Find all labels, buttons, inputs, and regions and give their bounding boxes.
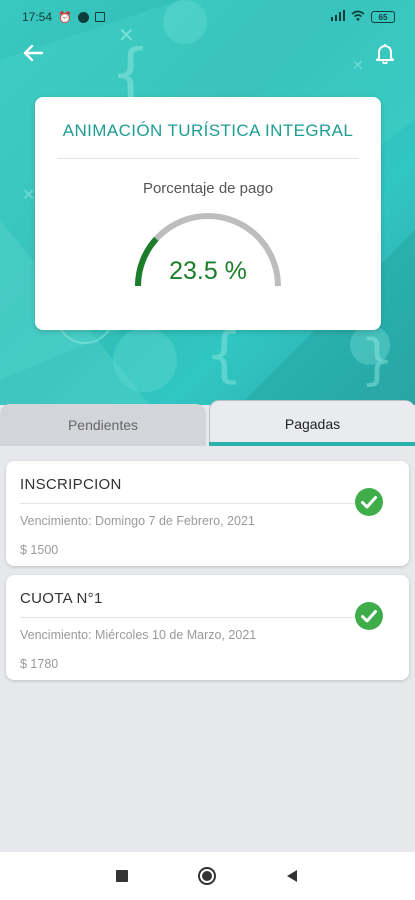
payment-tabs: Pendientes Pagadas bbox=[0, 400, 415, 447]
payment-amount: $ 1500 bbox=[20, 543, 59, 557]
payment-title: INSCRIPCION bbox=[20, 476, 122, 493]
payment-due-date: Vencimiento: Domingo 7 de Febrero, 2021 bbox=[20, 514, 255, 528]
payment-percentage-value: 23.5 % bbox=[169, 257, 247, 285]
wifi-icon bbox=[351, 10, 365, 24]
battery-icon: 65 bbox=[371, 11, 395, 23]
tab-pendientes[interactable]: Pendientes bbox=[0, 404, 206, 446]
course-title: ANIMACIÓN TURÍSTICA INTEGRAL bbox=[62, 121, 354, 140]
alarm-icon: ⏰ bbox=[58, 11, 72, 24]
check-circle-icon bbox=[355, 602, 383, 630]
svg-text:✕: ✕ bbox=[22, 185, 35, 204]
circle-icon[interactable] bbox=[197, 866, 217, 886]
divider bbox=[20, 503, 354, 504]
triangle-back-icon[interactable] bbox=[282, 866, 302, 886]
divider bbox=[20, 617, 354, 618]
payment-summary-card: ANIMACIÓN TURÍSTICA INTEGRAL Porcentaje … bbox=[35, 97, 381, 330]
payment-amount: $ 1780 bbox=[20, 657, 59, 671]
svg-text:}: } bbox=[360, 328, 394, 391]
square-icon[interactable] bbox=[112, 866, 132, 886]
status-time: 17:54 bbox=[22, 10, 53, 24]
payment-due-date: Vencimiento: Miércoles 10 de Marzo, 2021 bbox=[20, 628, 257, 642]
active-tab-indicator bbox=[209, 442, 415, 446]
check-circle-icon bbox=[355, 488, 383, 516]
payment-item[interactable]: INSCRIPCION Vencimiento: Domingo 7 de Fe… bbox=[6, 461, 409, 566]
signal-icon bbox=[331, 10, 345, 24]
tab-pagadas[interactable]: Pagadas bbox=[209, 400, 415, 446]
bell-icon[interactable] bbox=[370, 38, 400, 68]
svg-text:{: { bbox=[205, 320, 243, 390]
svg-text:✕: ✕ bbox=[352, 58, 364, 74]
system-navigation-bar bbox=[0, 852, 415, 900]
divider bbox=[57, 158, 359, 159]
status-bar: 17:54 ⏰ 65 bbox=[0, 0, 415, 34]
payment-percentage-label: Porcentaje de pago bbox=[142, 180, 274, 197]
arrow-left-icon[interactable] bbox=[18, 38, 48, 68]
app-notification-icon bbox=[77, 11, 89, 23]
payment-title: CUOTA N°1 bbox=[20, 590, 103, 607]
calendar-icon bbox=[94, 12, 105, 22]
payment-item[interactable]: CUOTA N°1 Vencimiento: Miércoles 10 de M… bbox=[6, 575, 409, 680]
